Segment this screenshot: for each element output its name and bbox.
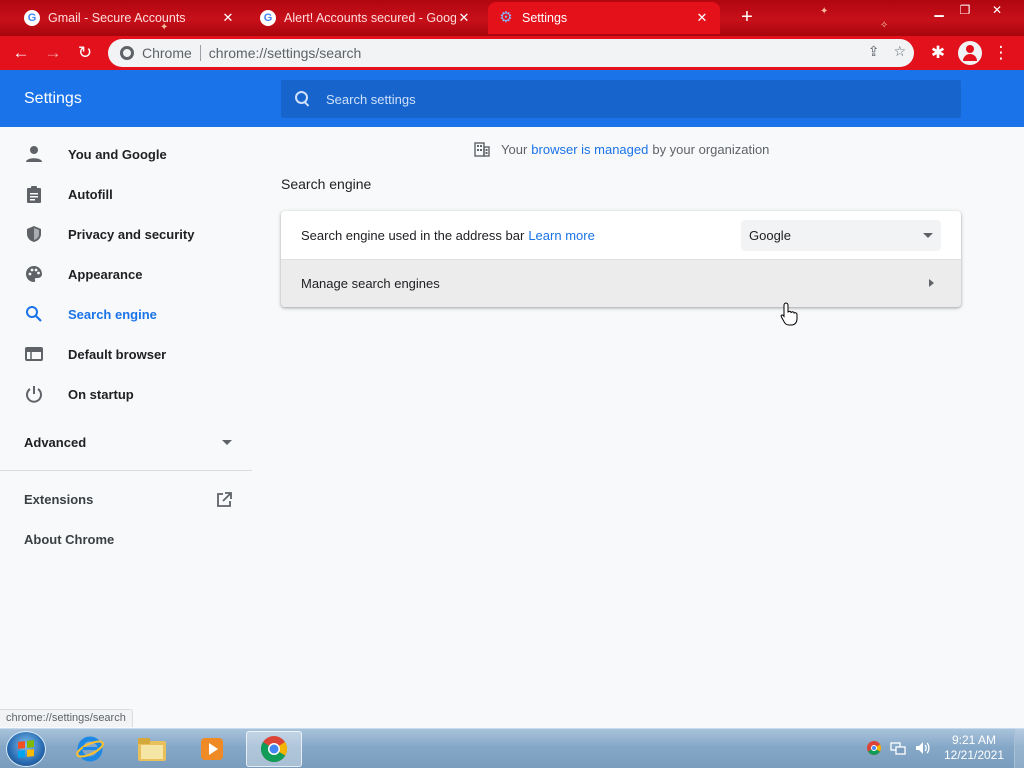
tab-title: Gmail - Secure Accounts: [48, 11, 186, 25]
search-engine-row-label: Search engine used in the address bar: [301, 227, 525, 243]
shield-icon: [24, 224, 44, 244]
settings-sidebar: You and Google Autofill Privacy and secu…: [0, 127, 252, 727]
settings-header: Settings: [0, 70, 1024, 127]
tab-strip: ✦ ✧ ✦ ✧ ✦ G Gmail - Secure Accounts ✕ G …: [0, 0, 1024, 36]
sidebar-item-label: You and Google: [68, 146, 167, 162]
sidebar-item-privacy[interactable]: Privacy and security: [0, 214, 252, 254]
sidebar-divider: [0, 470, 252, 471]
address-bar[interactable]: Chrome chrome://settings/search ⇪ ☆: [108, 39, 914, 67]
close-window-button[interactable]: ✕: [986, 2, 1008, 18]
sidebar-item-on-startup[interactable]: On startup: [0, 374, 252, 414]
building-icon: [474, 142, 490, 157]
windows-taskbar: 9:21 AM 12/21/2021: [0, 728, 1024, 768]
tab-title: Settings: [522, 11, 568, 25]
google-g-icon: G: [260, 10, 276, 26]
sidebar-item-default-browser[interactable]: Default browser: [0, 334, 252, 374]
tab-settings[interactable]: ⚙ Settings ✕: [488, 2, 720, 34]
sidebar-item-label: Search engine: [68, 306, 157, 322]
clock-time: 9:21 AM: [951, 733, 997, 747]
managed-prefix: Your: [501, 141, 528, 157]
clock-date: 12/21/2021: [943, 748, 1005, 762]
search-engine-row: Search engine used in the address bar Le…: [281, 211, 961, 259]
share-icon[interactable]: ⇪: [868, 43, 880, 60]
windows-logo-icon: [18, 740, 34, 758]
page-title: Settings: [24, 90, 82, 107]
reload-button[interactable]: ↻: [72, 41, 98, 65]
close-icon[interactable]: ✕: [456, 10, 472, 26]
omnibox-url[interactable]: chrome://settings/search: [209, 45, 362, 61]
media-player-icon[interactable]: [184, 731, 240, 767]
chrome-icon: [120, 46, 134, 60]
system-tray: [866, 740, 930, 756]
sidebar-item-extensions[interactable]: Extensions: [24, 492, 93, 507]
search-input[interactable]: [326, 91, 926, 107]
google-g-icon: G: [24, 10, 40, 26]
profile-avatar-icon[interactable]: [958, 41, 982, 65]
palette-icon: [24, 264, 44, 284]
settings-gear-icon: ⚙: [499, 9, 513, 26]
show-desktop-button[interactable]: [1014, 729, 1024, 768]
sidebar-item-appearance[interactable]: Appearance: [0, 254, 252, 294]
browser-toolbar: ← → ↻ Chrome chrome://settings/search ⇪ …: [0, 36, 1024, 70]
advanced-label: Advanced: [24, 435, 87, 450]
search-engine-card: Search engine used in the address bar Le…: [281, 211, 961, 307]
open-in-new-icon[interactable]: [216, 492, 232, 508]
volume-icon[interactable]: [914, 740, 930, 756]
sidebar-item-label: Autofill: [68, 186, 113, 202]
search-engine-select[interactable]: Google: [741, 220, 941, 251]
managed-suffix: by your organization: [652, 141, 770, 157]
back-button[interactable]: ←: [8, 41, 34, 65]
section-title: Search engine: [281, 176, 372, 192]
internet-explorer-icon[interactable]: [62, 731, 118, 767]
power-icon: [24, 384, 44, 404]
extensions-puzzle-icon[interactable]: ✱: [925, 41, 951, 65]
tab-title: Alert! Accounts secured - Google: [284, 11, 456, 25]
sidebar-item-label: On startup: [68, 386, 134, 402]
chrome-tray-icon[interactable]: [866, 740, 882, 756]
tab-gmail[interactable]: G Gmail - Secure Accounts ✕: [14, 2, 246, 34]
close-icon[interactable]: ✕: [220, 10, 236, 26]
restore-button[interactable]: ❐: [954, 2, 976, 18]
star-icon[interactable]: ☆: [893, 43, 906, 60]
sidebar-item-label: Appearance: [68, 266, 143, 282]
sidebar-item-about-chrome[interactable]: About Chrome: [24, 532, 114, 547]
chrome-icon[interactable]: [246, 731, 302, 767]
search-icon: [295, 91, 311, 107]
forward-button[interactable]: →: [40, 41, 66, 65]
learn-more-link[interactable]: Learn more: [528, 228, 594, 243]
sidebar-advanced-toggle[interactable]: Advanced: [24, 435, 232, 450]
sidebar-item-you-and-google[interactable]: You and Google: [0, 134, 252, 174]
dropdown-arrow-icon: [923, 233, 933, 238]
browser-managed-link[interactable]: browser is managed: [531, 142, 648, 157]
status-bar-url: chrome://settings/search: [0, 709, 133, 727]
manage-search-engines-label: Manage search engines: [301, 276, 440, 291]
taskbar-clock[interactable]: 9:21 AM 12/21/2021: [936, 733, 1012, 763]
menu-kebab-icon[interactable]: ⋮: [988, 41, 1014, 65]
minimize-button[interactable]: ▁: [928, 2, 950, 18]
file-explorer-icon[interactable]: [124, 731, 180, 767]
sidebar-item-autofill[interactable]: Autofill: [0, 174, 252, 214]
network-icon[interactable]: [890, 740, 906, 756]
managed-notice: Your browser is managed by your organiza…: [474, 140, 769, 158]
new-tab-button[interactable]: +: [736, 6, 758, 28]
omnibox-chip: Chrome: [142, 45, 201, 61]
person-icon: [24, 144, 44, 164]
close-icon[interactable]: ✕: [694, 10, 710, 26]
manage-search-engines-row[interactable]: Manage search engines: [281, 259, 961, 307]
search-settings-box[interactable]: [281, 80, 961, 118]
clipboard-icon: [24, 184, 44, 204]
start-button[interactable]: [6, 731, 46, 767]
sidebar-item-label: Default browser: [68, 346, 167, 362]
hand-cursor-icon: [780, 302, 798, 326]
search-engine-value: Google: [749, 228, 791, 243]
chevron-right-icon: [929, 279, 934, 287]
sidebar-item-search-engine[interactable]: Search engine: [0, 294, 252, 334]
tab-google-alert[interactable]: G Alert! Accounts secured - Google ✕: [250, 2, 482, 34]
chevron-down-icon: [222, 440, 232, 445]
browser-window-icon: [24, 344, 44, 364]
search-icon: [24, 304, 44, 324]
sidebar-item-label: Privacy and security: [68, 226, 195, 242]
